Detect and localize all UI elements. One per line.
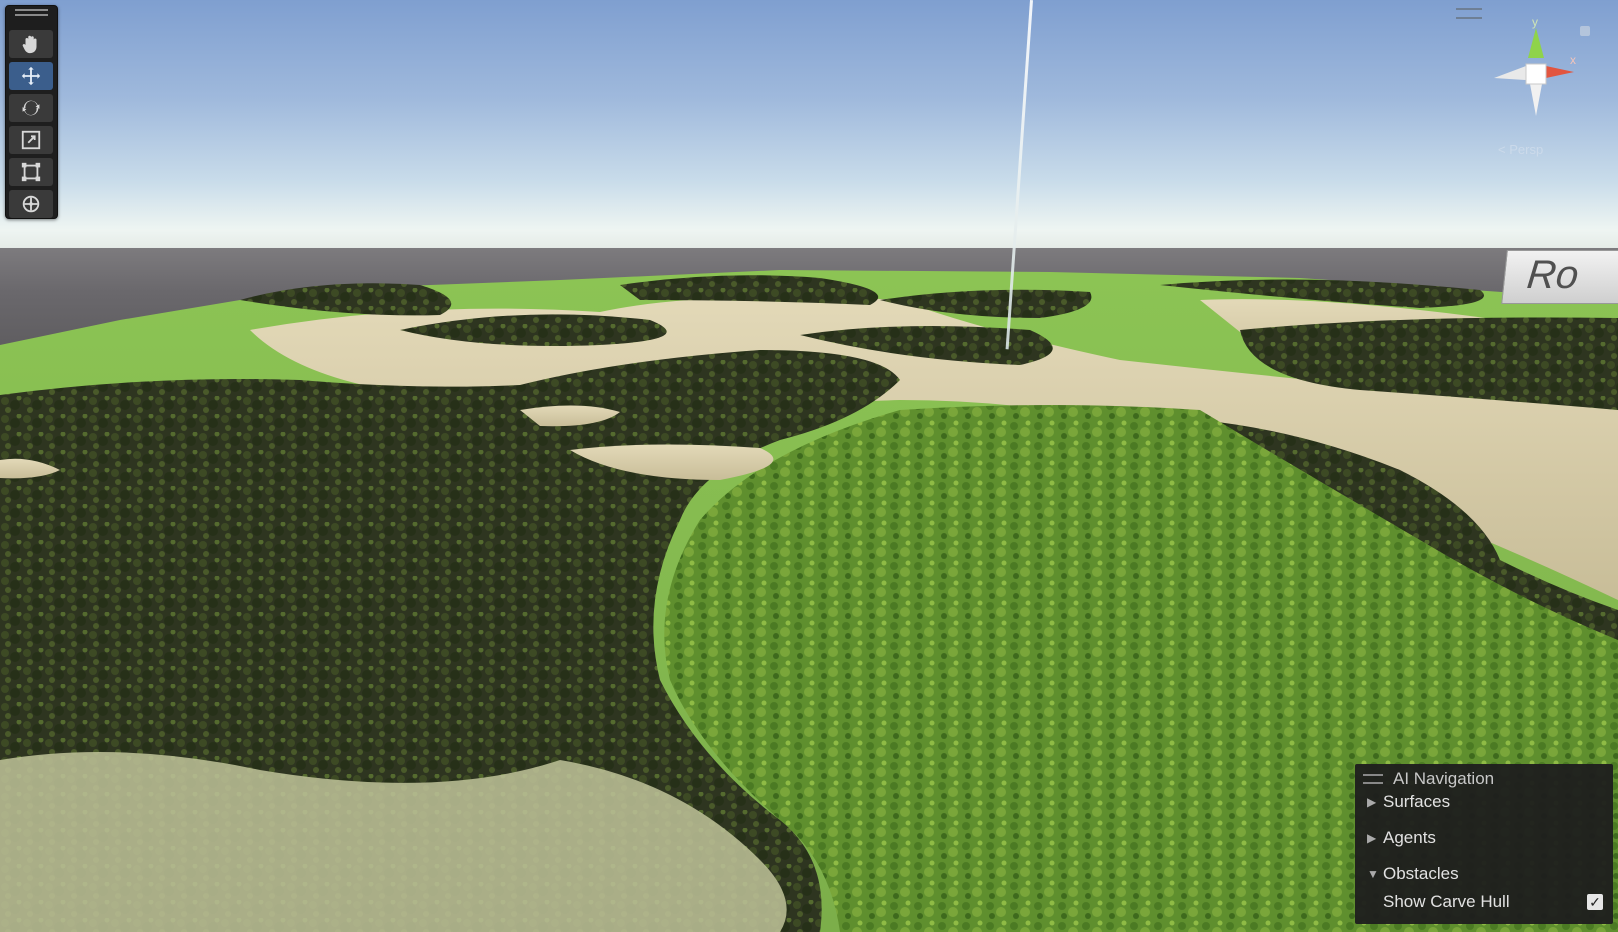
gizmo-y-axis[interactable] — [1528, 28, 1544, 58]
foldout-surfaces[interactable]: ▶ Surfaces — [1367, 792, 1450, 812]
transform-tool-button[interactable] — [9, 190, 53, 218]
gizmo-center-cube[interactable] — [1525, 63, 1547, 85]
ai-navigation-title: AI Navigation — [1393, 769, 1495, 788]
scale-tool-button[interactable] — [9, 126, 53, 154]
foldout-surfaces-label: Surfaces — [1383, 792, 1451, 811]
rect-transform-icon — [21, 162, 41, 182]
gizmo-y-label: y — [1532, 15, 1538, 29]
collapsed-arrow-icon: ▶ — [1367, 795, 1377, 809]
lock-icon[interactable] — [1580, 26, 1590, 36]
ai-navigation-header[interactable]: AI Navigation — [1363, 768, 1494, 790]
orientation-gizmo[interactable]: y x — [1488, 14, 1578, 124]
scene-view[interactable]: Ro y x < Persp AI Navigation ▶ Surfaces … — [0, 0, 1618, 932]
rotate-tool-button[interactable] — [9, 94, 53, 122]
gizmo-negx-axis[interactable] — [1494, 66, 1526, 80]
move-tool-button[interactable] — [9, 62, 53, 90]
road-sign-text: Ro — [1524, 253, 1581, 297]
gizmo-menu-icon[interactable] — [1456, 8, 1482, 19]
foldout-obstacles[interactable]: ▼ Obstacles — [1367, 864, 1459, 884]
road-sign: Ro — [1501, 250, 1618, 304]
rect-tool-button[interactable] — [9, 158, 53, 186]
toolbar-grip[interactable] — [15, 9, 48, 16]
gizmo-negy-axis[interactable] — [1530, 84, 1542, 116]
gizmo-x-axis[interactable] — [1546, 66, 1574, 78]
show-carve-hull-row: Show Carve Hull — [1383, 892, 1510, 912]
projection-label[interactable]: < Persp — [1498, 142, 1543, 157]
move-arrows-icon — [21, 66, 41, 86]
ai-navigation-overlay: AI Navigation ▶ Surfaces ▶ Agents ▼ Obst… — [1355, 764, 1613, 924]
show-carve-hull-checkbox[interactable]: ✓ — [1587, 894, 1603, 910]
projection-text: Persp — [1509, 142, 1544, 157]
foldout-agents-label: Agents — [1383, 828, 1436, 847]
drag-handle-icon[interactable] — [1363, 774, 1383, 784]
show-carve-hull-label: Show Carve Hull — [1383, 892, 1510, 911]
foldout-agents[interactable]: ▶ Agents — [1367, 828, 1436, 848]
expanded-arrow-icon: ▼ — [1367, 867, 1379, 881]
rotate-icon — [22, 100, 40, 116]
gizmo-x-label: x — [1570, 53, 1576, 67]
foldout-obstacles-label: Obstacles — [1383, 864, 1459, 883]
transform-icon — [22, 195, 40, 213]
tools-overlay — [5, 5, 58, 219]
hand-icon — [22, 35, 37, 54]
hand-tool-button[interactable] — [9, 30, 53, 58]
collapsed-arrow-icon: ▶ — [1367, 831, 1377, 845]
scale-icon — [21, 130, 41, 150]
